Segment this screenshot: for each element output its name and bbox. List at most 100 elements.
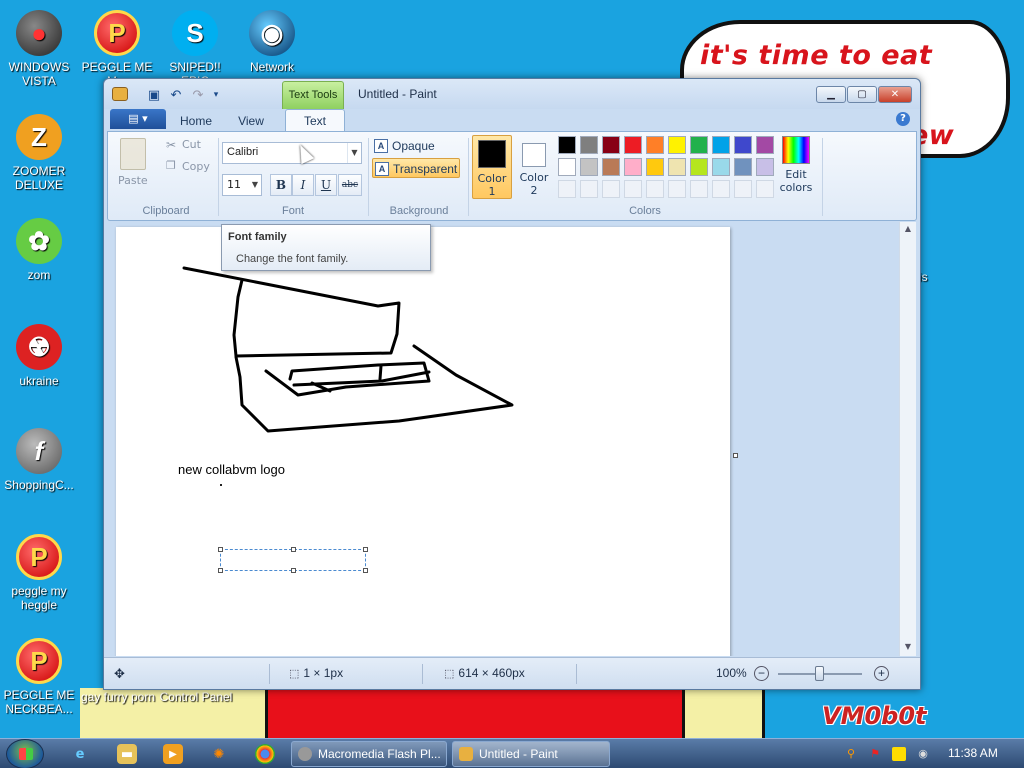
zoom-out-button[interactable]: − <box>754 666 769 681</box>
canvas-workspace[interactable]: new collabvm logo <box>107 222 899 656</box>
bold-button[interactable]: B <box>270 174 292 196</box>
folder-icon[interactable]: ▬ <box>117 744 137 764</box>
resize-handle[interactable] <box>363 547 368 552</box>
clock[interactable]: 11:38 AM <box>948 746 998 760</box>
underline-button[interactable]: U <box>315 174 337 196</box>
palette-swatch[interactable] <box>690 136 708 154</box>
vertical-scrollbar[interactable]: ▲ ▼ <box>899 222 916 656</box>
desktop-icon-control-panel[interactable]: Control Panel <box>156 690 236 704</box>
palette-swatch-empty[interactable] <box>668 180 686 198</box>
desktop-icon-zom[interactable]: ✿ zom <box>0 218 79 282</box>
palette-swatch-empty[interactable] <box>646 180 664 198</box>
taskbar-item-flash-player[interactable]: Macromedia Flash Pl... <box>291 741 447 767</box>
palette-swatch[interactable] <box>668 158 686 176</box>
italic-button[interactable]: I <box>292 174 314 196</box>
tab-view[interactable]: View <box>224 111 278 131</box>
internet-explorer-icon[interactable]: e <box>70 744 90 764</box>
desktop-icon-gay-furry-porn[interactable]: gay furry porn <box>78 690 158 704</box>
palette-swatch[interactable] <box>580 136 598 154</box>
transparent-button[interactable]: A Transparent <box>372 158 460 178</box>
palette-swatch[interactable] <box>624 136 642 154</box>
palette-swatch[interactable] <box>712 136 730 154</box>
resize-handle[interactable] <box>218 547 223 552</box>
color2-button[interactable]: Color 2 <box>514 135 554 199</box>
palette-swatch[interactable] <box>602 158 620 176</box>
desktop-icon-peggle-me[interactable]: P PEGGLE ME M... <box>77 10 157 88</box>
desktop-icon-peggle-me-neckbeard[interactable]: P PEGGLE ME NECKBEA... <box>0 638 79 716</box>
selection-size: ⬚ 1 × 1px <box>289 666 343 680</box>
paint-app-icon[interactable] <box>112 87 128 101</box>
paint-menu-button[interactable]: ▤ ▾ <box>110 109 166 129</box>
palette-swatch[interactable] <box>558 158 576 176</box>
strikethrough-button[interactable]: abc <box>338 174 362 196</box>
palette-swatch-empty[interactable] <box>624 180 642 198</box>
desktop-icon-zoomer-deluxe[interactable]: Z ZOOMER DELUXE <box>0 114 79 192</box>
desktop-icon-peggle-my-heggle[interactable]: P peggle my heggle <box>0 534 79 612</box>
taskbar-item-paint[interactable]: Untitled - Paint <box>452 741 610 767</box>
monitor-icon[interactable] <box>892 747 906 761</box>
palette-swatch[interactable] <box>756 136 774 154</box>
scroll-down-icon[interactable]: ▼ <box>900 642 916 654</box>
desktop-icon-shoppingc[interactable]: f ShoppingC... <box>0 428 79 492</box>
desktop-icon-ukraine[interactable]: ☢ ukraine <box>0 324 79 388</box>
resize-handle[interactable] <box>291 547 296 552</box>
resize-handle[interactable] <box>291 568 296 573</box>
palette-swatch[interactable] <box>734 158 752 176</box>
font-size-select[interactable]: 11 ▼ <box>222 174 262 196</box>
chevron-down-icon[interactable]: ▼ <box>347 143 361 163</box>
scroll-up-icon[interactable]: ▲ <box>900 224 916 236</box>
palette-swatch[interactable] <box>668 136 686 154</box>
save-icon[interactable]: ▣ <box>146 87 162 103</box>
palette-swatch[interactable] <box>646 158 664 176</box>
text-input-box[interactable] <box>218 547 368 573</box>
edit-colors-button[interactable]: Edit colors <box>776 136 816 200</box>
chrome-icon[interactable] <box>255 744 275 764</box>
volume-icon[interactable]: ◉ <box>916 747 930 761</box>
palette-swatch-empty[interactable] <box>602 180 620 198</box>
canvas-size-value: 614 × 460px <box>458 666 525 680</box>
desktop-icon-sniped[interactable]: S SNIPED!! EPIC <box>155 10 235 88</box>
palette-swatch-empty[interactable] <box>734 180 752 198</box>
redo-icon[interactable]: ↷ <box>190 87 206 103</box>
tab-home[interactable]: Home <box>170 111 222 131</box>
palette-swatch[interactable] <box>602 136 620 154</box>
resize-handle[interactable] <box>363 568 368 573</box>
palette-swatch-empty[interactable] <box>580 180 598 198</box>
tab-text[interactable]: Text <box>285 109 345 133</box>
opaque-button[interactable]: A Opaque <box>372 136 448 156</box>
palette-swatch[interactable] <box>580 158 598 176</box>
flag-icon[interactable]: ⚑ <box>868 747 882 761</box>
undo-icon[interactable]: ↶ <box>168 87 184 103</box>
palette-swatch[interactable] <box>712 158 730 176</box>
palette-swatch[interactable] <box>624 158 642 176</box>
search-icon[interactable]: ⚲ <box>844 747 858 761</box>
palette-swatch[interactable] <box>646 136 664 154</box>
desktop-icon-windows-vista[interactable]: ● WINDOWS VISTA <box>0 10 79 88</box>
maximize-button[interactable]: ▢ <box>847 86 877 103</box>
palette-swatch-empty[interactable] <box>690 180 708 198</box>
minimize-button[interactable]: ▁ <box>816 86 846 103</box>
palette-swatch[interactable] <box>734 136 752 154</box>
media-player-icon[interactable]: ▶ <box>163 744 183 764</box>
font-family-select[interactable]: Calibri ▼ <box>222 142 362 164</box>
zoom-in-button[interactable]: + <box>874 666 889 681</box>
palette-swatch[interactable] <box>756 158 774 176</box>
color1-button[interactable]: Color 1 <box>472 135 512 199</box>
title-bar[interactable]: ▣ ↶ ↷ ▾ Text Tools Untitled - Paint ▁ ▢ … <box>104 79 920 109</box>
resize-handle[interactable] <box>218 568 223 573</box>
palette-swatch[interactable] <box>558 136 576 154</box>
palette-swatch-empty[interactable] <box>712 180 730 198</box>
start-button[interactable] <box>6 739 44 768</box>
zoom-slider-thumb[interactable] <box>815 666 824 681</box>
palette-swatch-empty[interactable] <box>756 180 774 198</box>
chevron-down-icon[interactable]: ▼ <box>249 175 261 195</box>
desktop-icon-network[interactable]: ◉ Network <box>232 10 312 74</box>
palette-swatch[interactable] <box>690 158 708 176</box>
close-button[interactable]: ✕ <box>878 86 912 103</box>
palette-swatch-empty[interactable] <box>558 180 576 198</box>
help-icon[interactable]: ? <box>896 112 910 126</box>
canvas-resize-handle[interactable] <box>733 453 738 458</box>
firefox-icon[interactable]: ✺ <box>209 744 229 764</box>
drawing-canvas[interactable]: new collabvm logo <box>116 227 730 656</box>
customize-toolbar-icon[interactable]: ▾ <box>208 87 224 103</box>
